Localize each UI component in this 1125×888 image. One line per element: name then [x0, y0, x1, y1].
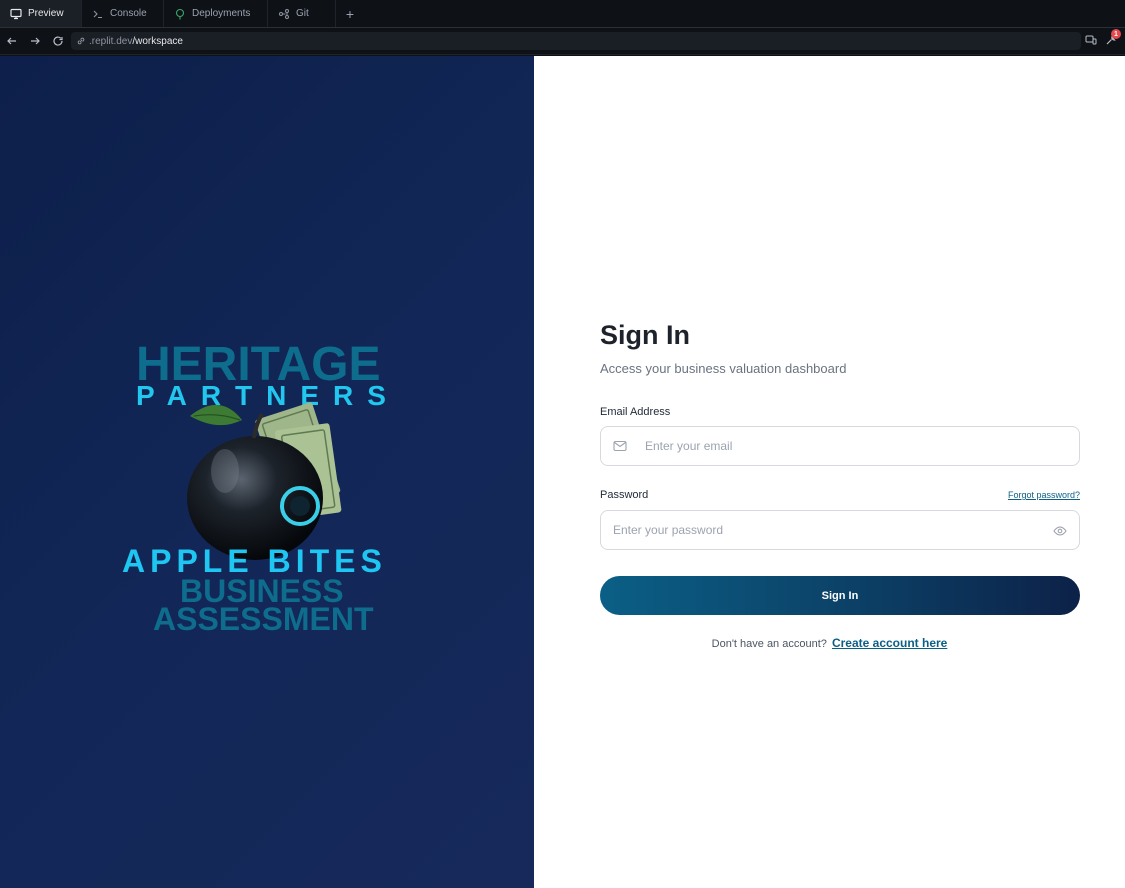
tab-git[interactable]: Git — [268, 0, 336, 27]
hero-panel: HERITAGE PARTNERS APPLE BITES BUSINESS A… — [0, 56, 534, 888]
mail-icon — [613, 440, 627, 452]
url-path: /workspace — [132, 35, 183, 47]
tab-deployments[interactable]: Deployments — [164, 0, 268, 27]
devices-icon[interactable] — [1085, 33, 1097, 51]
terminal-icon — [92, 8, 104, 20]
tab-label: Console — [110, 8, 147, 19]
git-icon — [278, 8, 290, 20]
monitor-icon — [10, 8, 22, 20]
email-placeholder: Enter your email — [645, 439, 733, 453]
tab-preview[interactable]: Preview — [0, 0, 82, 27]
signin-button[interactable]: Sign In — [600, 576, 1080, 615]
url-input[interactable]: .replit.dev/workspace — [71, 32, 1081, 50]
forward-button[interactable] — [24, 30, 46, 52]
password-label: Password — [600, 489, 649, 501]
eye-icon[interactable] — [1053, 524, 1067, 542]
tab-console[interactable]: Console — [82, 0, 164, 27]
signup-text: Don't have an account? — [711, 638, 827, 650]
page-subtitle: Access your business valuation dashboard — [600, 361, 847, 376]
signin-panel: Sign In Access your business valuation d… — [534, 56, 1125, 888]
tab-label: Preview — [28, 8, 64, 19]
signup-prompt: Don't have an account? Create account he… — [534, 636, 1125, 650]
arrow-right-icon — [31, 37, 40, 45]
back-button[interactable] — [1, 30, 23, 52]
devtools-button[interactable]: 1 — [1105, 29, 1121, 51]
forgot-password-link[interactable]: Forgot password? — [1008, 490, 1080, 500]
tagline-assessment: ASSESSMENT — [153, 601, 374, 637]
apple-money-icon — [187, 402, 342, 560]
new-tab-button[interactable]: + — [336, 0, 364, 27]
notification-badge: 1 — [1111, 29, 1121, 39]
reload-icon — [53, 36, 63, 46]
email-label: Email Address — [600, 406, 671, 418]
tab-label: Git — [296, 8, 309, 19]
reload-button[interactable] — [47, 30, 69, 52]
page-title: Sign In — [600, 320, 690, 350]
link-icon — [77, 37, 85, 45]
url-bar: .replit.dev/workspace 1 — [0, 28, 1125, 55]
url-host: .replit.dev — [89, 35, 133, 47]
tab-label: Deployments — [192, 8, 251, 19]
deploy-icon — [174, 8, 186, 20]
password-field[interactable]: Enter your password — [600, 510, 1080, 550]
arrow-left-icon — [7, 37, 16, 45]
tab-bar: Preview Console Deployments Git + — [0, 0, 1125, 28]
password-placeholder: Enter your password — [613, 523, 724, 537]
email-field[interactable]: Enter your email — [600, 426, 1080, 466]
create-account-link[interactable]: Create account here — [832, 636, 947, 650]
